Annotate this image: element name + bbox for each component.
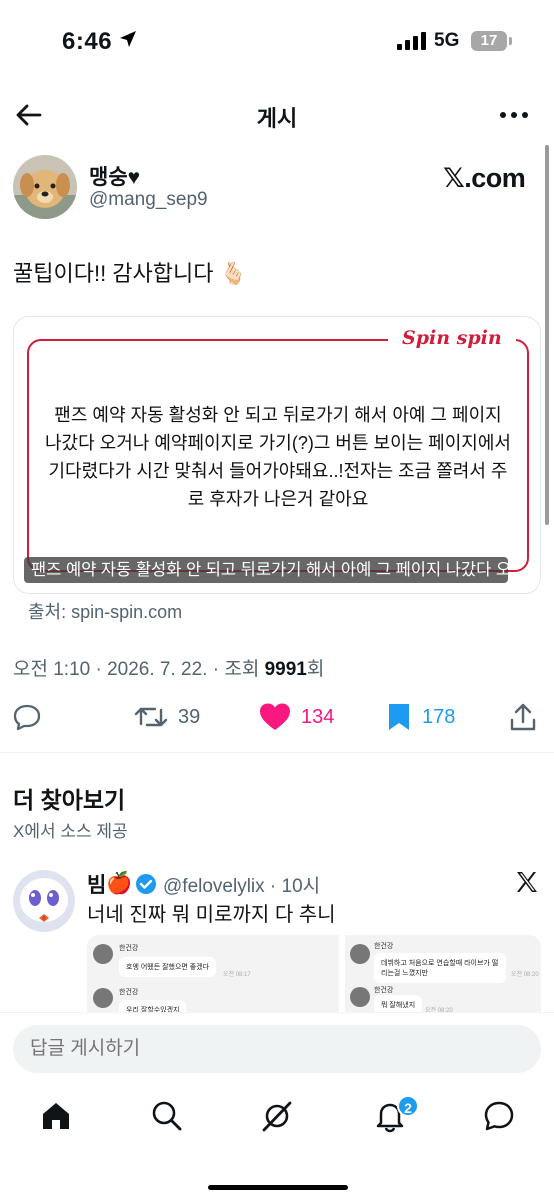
- card-image-text: 팬즈 예약 자동 활성화 안 되고 뒤로가기 해서 아예 그 페이지 나갔다 오…: [44, 405, 511, 509]
- recommended-name[interactable]: 빔 🍎: [87, 869, 157, 899]
- chat-avatar: [350, 987, 370, 1007]
- chat-time: 오전 08:20: [511, 972, 539, 978]
- chat-avatar: [350, 944, 370, 964]
- recommended-avatar[interactable]: [13, 870, 75, 932]
- recommended-name-text: 빔: [87, 874, 107, 897]
- retweet-count: 39: [178, 705, 201, 728]
- reply-icon: [13, 704, 41, 731]
- scrollbar[interactable]: [545, 145, 549, 525]
- card-source[interactable]: 출처: spin-spin.com: [28, 598, 182, 624]
- x-logo-site: 𝕏.com: [443, 163, 526, 193]
- network-type: 5G: [434, 30, 460, 51]
- recommended-handle[interactable]: @felovelylix · 10시: [163, 871, 320, 898]
- grok-icon[interactable]: [260, 1099, 294, 1133]
- tweet-text: 꿀팁이다!! 감사합니다 🫰🏻: [13, 261, 248, 286]
- search-icon[interactable]: [150, 1099, 184, 1133]
- battery-icon: 17: [471, 31, 507, 51]
- tweet-datetime: 오전 1:10 · 2026. 7. 22. · 조회: [13, 659, 265, 680]
- view-suffix: 회: [306, 659, 325, 680]
- view-count: 9991: [264, 659, 307, 680]
- explore-title: 더 찾아보기: [13, 787, 126, 813]
- author-handle[interactable]: @mang_sep9: [89, 189, 208, 211]
- chat-avatar: [93, 944, 113, 964]
- cellular-signal-icon: [397, 32, 426, 50]
- notification-badge: 2: [397, 1095, 419, 1117]
- chat-sender: 한건강: [119, 945, 139, 952]
- link-card[interactable]: Spin spin 팬즈 예약 자동 활성화 안 되고 뒤로가기 해서 아예 그…: [13, 316, 541, 594]
- section-divider: [0, 752, 554, 753]
- reply-button[interactable]: [12, 700, 42, 734]
- home-indicator: [208, 1185, 348, 1190]
- action-bar: 39 134 178: [0, 700, 554, 734]
- retweet-button[interactable]: 39: [134, 700, 200, 734]
- x-logo-icon: [517, 872, 537, 892]
- chat-bubble: 호엥 어뗐든 잘했으면 좋겠다: [119, 957, 217, 977]
- bookmark-icon: [389, 704, 409, 730]
- recommended-image-2[interactable]: 한건강 데뷔하고 처음으로 연습할때 라이브가 떨리는걸 느꼈지만 오전 08:…: [345, 935, 541, 1015]
- share-icon: [510, 703, 536, 731]
- chat-time: 오전 08:17: [223, 972, 251, 978]
- bookmark-button[interactable]: 178: [386, 700, 455, 734]
- home-icon[interactable]: [39, 1099, 73, 1133]
- chat-sender: 한건강: [374, 987, 394, 994]
- battery-tip: [509, 37, 512, 45]
- share-button[interactable]: [509, 700, 537, 734]
- like-count: 134: [301, 705, 335, 728]
- like-button[interactable]: 134: [259, 700, 334, 734]
- spinspin-logo: Spin spin: [388, 327, 516, 349]
- more-options-icon[interactable]: [498, 100, 530, 130]
- apple-emoji: 🍎: [106, 872, 133, 895]
- reply-input[interactable]: [13, 1025, 541, 1073]
- recommended-text: 너네 진짜 뭐 미로까지 다 추니: [87, 904, 336, 926]
- bottom-tab-bar: [0, 1085, 554, 1155]
- card-caption: 팬즈 예약 자동 활성화 안 되고 뒤로가기 해서 아예 그 페이지 나갔다 오…: [24, 557, 508, 583]
- bookmark-count: 178: [422, 705, 456, 728]
- retweet-icon: [134, 707, 168, 727]
- recommended-image-1[interactable]: 한건강 호엥 어뗐든 잘했으면 좋겠다 오전 08:17 한건강 우리 잘할수있…: [87, 935, 339, 1015]
- explore-subtitle: X에서 소스 제공: [13, 822, 128, 841]
- messages-icon[interactable]: [482, 1099, 516, 1133]
- heart-icon: [260, 703, 290, 730]
- chat-bubble: 데뷔하고 처음으로 연습할때 라이브가 떨리는걸 느꼈지만: [374, 953, 506, 983]
- author-avatar[interactable]: [13, 155, 77, 219]
- status-bar: 6:46 5G 17: [0, 0, 554, 80]
- reply-bar: [0, 1012, 554, 1082]
- status-time: 6:46: [62, 28, 113, 55]
- tweet-meta: 오전 1:10 · 2026. 7. 22. · 조회 9991회: [13, 654, 324, 681]
- verified-badge-icon: [136, 874, 157, 894]
- chat-sender: 한건강: [119, 989, 139, 996]
- page-title: 게시: [256, 106, 298, 131]
- chat-avatar: [93, 988, 113, 1008]
- author-name[interactable]: 맹숭♥: [89, 161, 140, 191]
- chat-sender: 한건강: [374, 943, 394, 950]
- location-arrow-icon: [120, 31, 136, 47]
- post-header: 게시: [0, 90, 554, 140]
